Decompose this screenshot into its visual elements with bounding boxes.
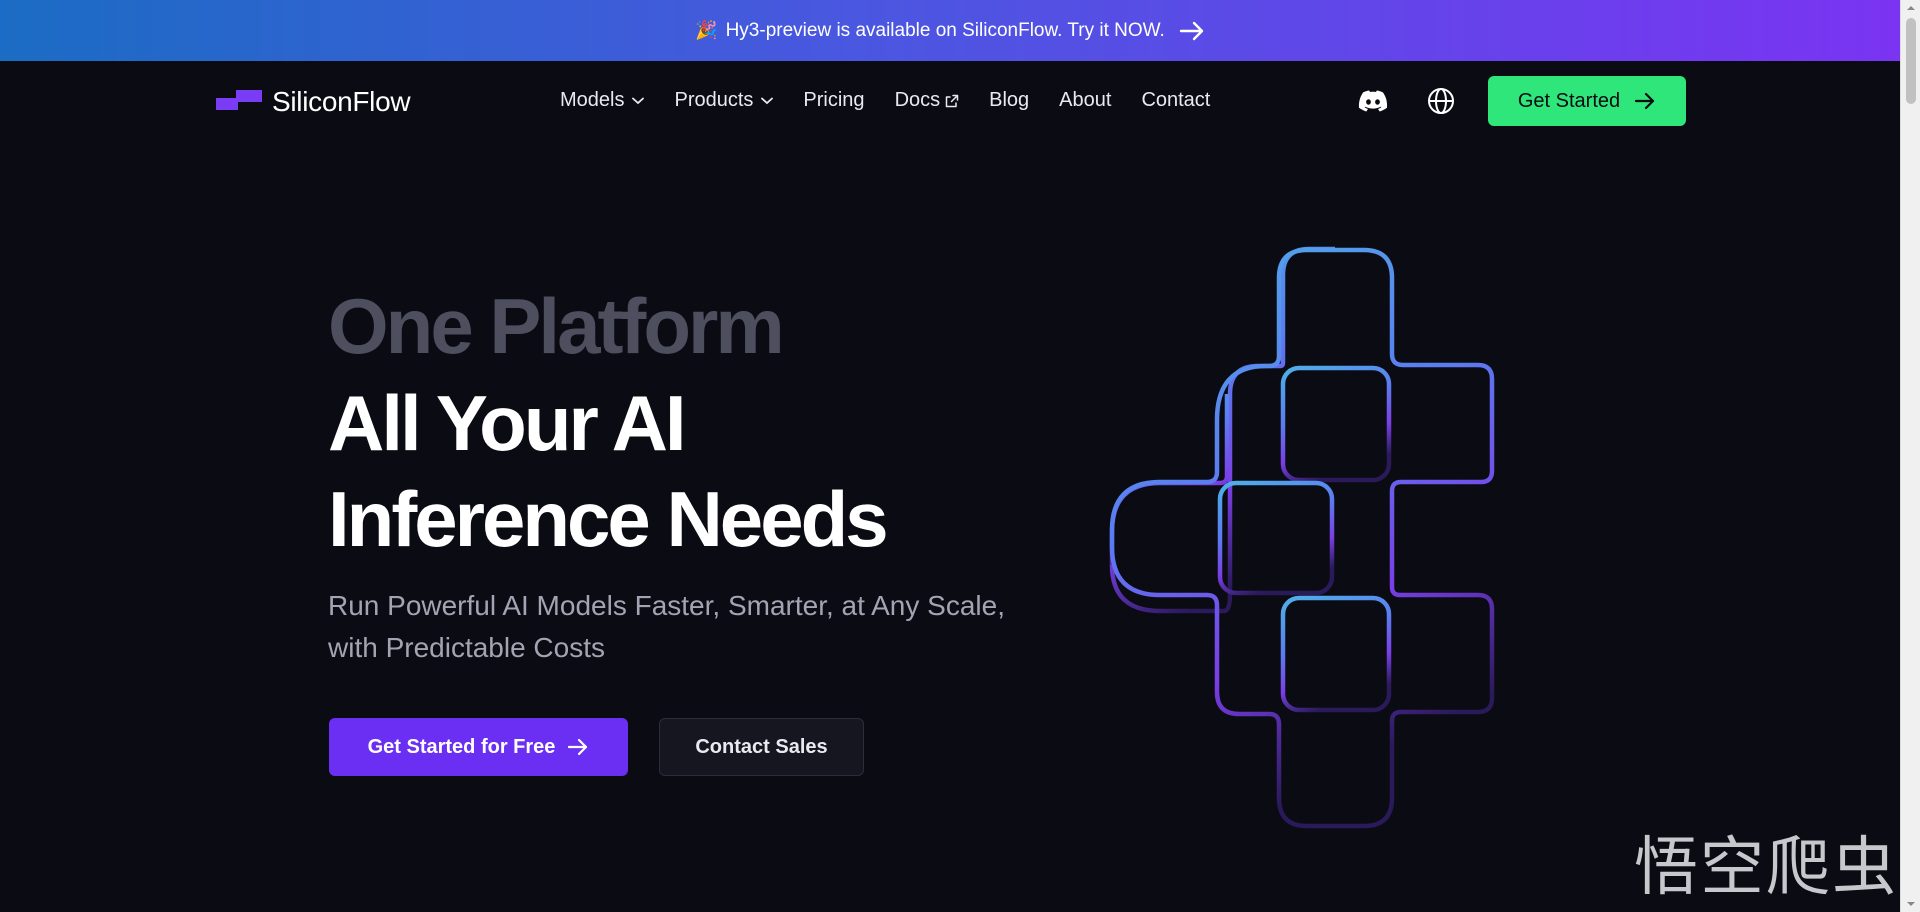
contact-sales-button[interactable]: Contact Sales — [659, 718, 864, 776]
nav-item-label: Docs — [894, 89, 941, 111]
scrollbar-thumb[interactable] — [1906, 18, 1916, 104]
nav-item-label: Models — [560, 89, 625, 111]
arrow-right-icon — [567, 738, 589, 756]
watermark-text: 悟空爬虫 — [1634, 831, 1898, 905]
nav-item-label: Products — [674, 89, 754, 111]
nav-item-contact[interactable]: Contact — [1141, 89, 1210, 112]
party-icon: 🎉 — [695, 20, 718, 40]
logo-mark-icon — [216, 88, 262, 117]
nav-item-docs[interactable]: Docs — [895, 89, 960, 112]
button-label: Get Started — [1517, 89, 1621, 112]
chevron-down-icon — [632, 97, 645, 105]
nav-item-blog[interactable]: Blog — [989, 89, 1029, 112]
banner-text: Hy3-preview is available on SiliconFlow.… — [725, 19, 1165, 41]
nav-item-products[interactable]: Products — [674, 89, 774, 112]
top-nav: SiliconFlow Models Products Pricing Docs… — [0, 61, 1900, 140]
get-started-button[interactable]: Get Started — [1488, 76, 1686, 126]
hero-title-line-1: One Platform — [328, 282, 785, 370]
discord-icon[interactable] — [1358, 86, 1388, 116]
logo[interactable]: SiliconFlow — [216, 86, 411, 118]
hero-subtitle: Run Powerful AI Models Faster, Smarter, … — [328, 590, 1005, 663]
arrow-right-icon — [1634, 92, 1656, 110]
page-scrollbar[interactable] — [1900, 0, 1920, 912]
get-started-free-button[interactable]: Get Started for Free — [329, 718, 628, 776]
hero-title-line-3: Inference Needs — [328, 475, 889, 563]
external-link-icon — [945, 94, 959, 108]
button-label: Get Started for Free — [367, 735, 556, 758]
nav-links: Models Products Pricing Docs Blog About … — [560, 61, 1240, 140]
announcement-banner[interactable]: 🎉 Hy3-preview is available on SiliconFlo… — [0, 0, 1900, 61]
arrow-right-icon — [1179, 21, 1205, 41]
logo-text: SiliconFlow — [272, 86, 411, 117]
nav-item-about[interactable]: About — [1059, 89, 1111, 112]
nav-item-pricing[interactable]: Pricing — [803, 89, 864, 112]
hero-grid-graphic — [1108, 246, 1578, 830]
globe-icon[interactable] — [1426, 86, 1456, 116]
scroll-up-icon[interactable] — [1901, 0, 1920, 16]
chevron-down-icon — [761, 97, 774, 105]
nav-item-models[interactable]: Models — [560, 89, 645, 112]
hero-title-line-2: All Your AI — [328, 379, 687, 467]
scroll-down-icon[interactable] — [1901, 896, 1920, 912]
